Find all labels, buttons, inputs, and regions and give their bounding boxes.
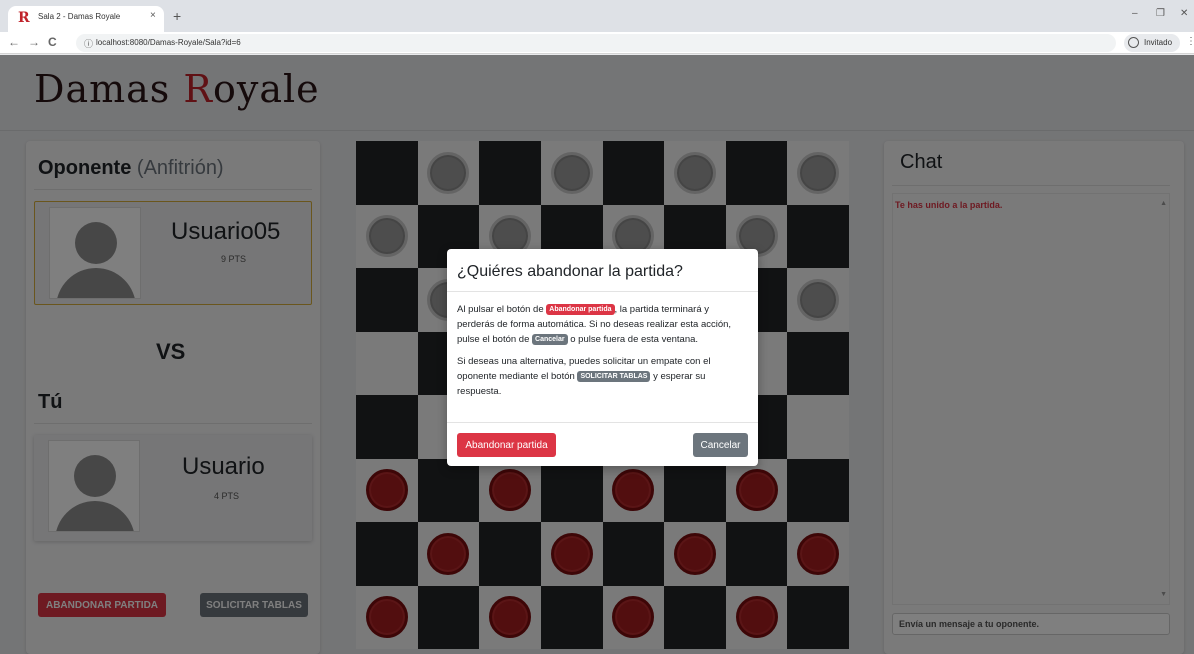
profile-button[interactable]: Invitado	[1124, 34, 1180, 52]
back-icon[interactable]: ←	[8, 35, 20, 49]
cancel-badge: Cancelar	[532, 334, 568, 345]
abandon-confirm-dialog: ¿Quiéres abandonar la partida? Al pulsar…	[447, 249, 758, 466]
window-close-icon[interactable]: ✕	[1180, 8, 1188, 19]
confirm-abandon-button[interactable]: Abandonar partida	[457, 433, 556, 457]
minimize-icon[interactable]: –	[1132, 8, 1138, 19]
url-field[interactable]: ⓘ localhost:8080/Damas-Royale/Sala?id=6	[76, 34, 1116, 52]
profile-label: Invitado	[1144, 38, 1173, 47]
tab-title: Sala 2 - Damas Royale	[38, 12, 121, 21]
abandon-badge: Abandonar partida	[546, 304, 615, 315]
modal-title: ¿Quiéres abandonar la partida?	[457, 263, 683, 280]
modal-body: Al pulsar el botón de Abandonar partida,…	[457, 302, 749, 406]
menu-icon[interactable]: ⋮	[1186, 36, 1194, 47]
modal-paragraph: Si deseas una alternativa, puedes solici…	[457, 354, 749, 399]
modal-text: o pulse fuera de esta ventana.	[567, 334, 699, 345]
cancel-button[interactable]: Cancelar	[693, 433, 748, 457]
favicon-icon: R	[18, 10, 30, 26]
draw-badge: SOLICITAR TABLAS	[577, 371, 651, 382]
new-tab-icon[interactable]: +	[173, 8, 181, 24]
address-bar: ← → C ⓘ localhost:8080/Damas-Royale/Sala…	[0, 32, 1194, 54]
browser-tab-bar: R Sala 2 - Damas Royale × + – ❐ ✕	[0, 0, 1194, 32]
reload-icon[interactable]: C	[48, 35, 57, 49]
forward-icon[interactable]: →	[28, 35, 40, 49]
modal-paragraph: Al pulsar el botón de Abandonar partida,…	[457, 302, 749, 347]
browser-tab[interactable]: R Sala 2 - Damas Royale ×	[8, 6, 164, 32]
url-text[interactable]: localhost:8080/Damas-Royale/Sala?id=6	[96, 38, 241, 47]
close-tab-icon[interactable]: ×	[150, 10, 156, 21]
divider	[447, 291, 758, 292]
modal-text: Al pulsar el botón de	[457, 304, 547, 315]
divider	[447, 422, 758, 423]
info-icon[interactable]: ⓘ	[84, 37, 93, 50]
profile-icon	[1128, 37, 1139, 48]
restore-icon[interactable]: ❐	[1156, 8, 1165, 19]
